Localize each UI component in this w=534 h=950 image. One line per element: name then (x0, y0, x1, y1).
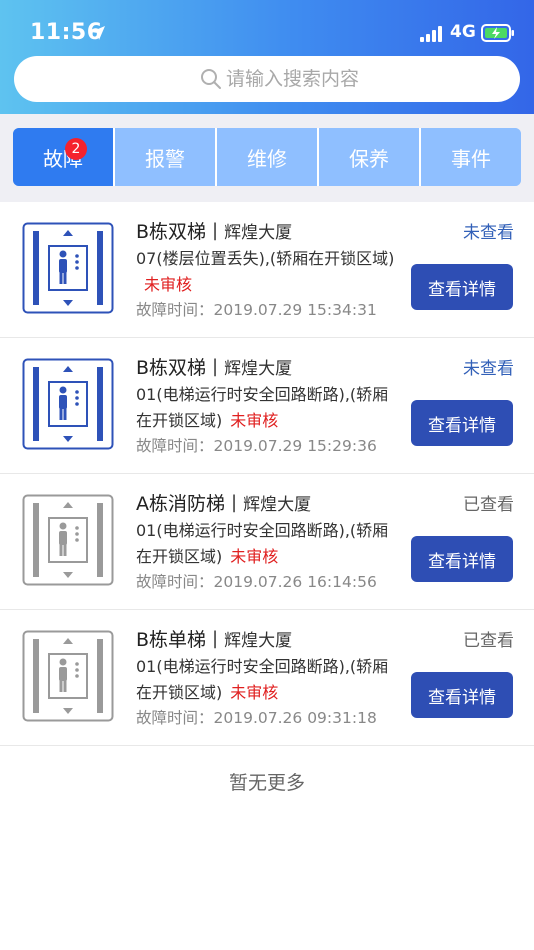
battery-charging-icon (481, 24, 514, 42)
signal-icon (420, 26, 442, 42)
elevator-icon (22, 630, 114, 722)
tab-badge: 2 (65, 138, 87, 160)
fault-time-row: 故障时间：2019.07.26 09:31:18 (136, 706, 377, 728)
tab-maintenance[interactable]: 保养 (317, 128, 419, 186)
fault-description: 07(楼层位置丢失),(轿厢在开锁区域) 未审核 (136, 246, 398, 298)
building-name: 辉煌大厦 (224, 630, 293, 651)
fault-list: B栋双梯 | 辉煌大厦 未查看 07(楼层位置丢失),(轿厢在开锁区域)未审核 … (0, 202, 534, 746)
fault-time: 2019.07.26 16:14:56 (213, 573, 377, 591)
view-detail-button[interactable]: 查看详情 (411, 672, 513, 718)
fault-time-label: 故障时间： (136, 709, 214, 727)
tab-repair[interactable]: 维修 (215, 128, 317, 186)
fault-time-row: 故障时间：2019.07.29 15:29:36 (136, 434, 377, 456)
list-item[interactable]: B栋双梯 | 辉煌大厦 未查看 07(楼层位置丢失),(轿厢在开锁区域)未审核 … (0, 202, 534, 338)
network-label: 4G (450, 22, 476, 42)
location-arrow-icon (91, 26, 105, 40)
header: 11:56 4G (0, 0, 534, 114)
elevator-name: A栋消防梯 (136, 492, 225, 515)
tab-label: 事件 (451, 146, 491, 171)
item-title-row: B栋双梯 | 辉煌大厦 (136, 216, 292, 244)
view-status-badge: 已查看 (463, 495, 514, 515)
status-bar: 11:56 4G (0, 0, 534, 64)
title-separator: | (212, 355, 219, 377)
fault-description: 01(电梯运行时安全回路断路),(轿厢在开锁区域) 未审核 (136, 382, 398, 434)
fault-time-label: 故障时间： (136, 573, 214, 591)
item-title-row: A栋消防梯 | 辉煌大厦 (136, 488, 311, 516)
elevator-name: B栋单梯 (136, 628, 207, 651)
search-box[interactable] (14, 56, 520, 102)
tab-area: 故障 2 报警 维修 保养 事件 (0, 114, 534, 202)
tab-alarm[interactable]: 报警 (113, 128, 215, 186)
building-name: 辉煌大厦 (224, 222, 293, 243)
tab-label: 维修 (247, 146, 287, 171)
fault-time-label: 故障时间： (136, 301, 214, 319)
tab-bar: 故障 2 报警 维修 保养 事件 (13, 128, 521, 186)
view-detail-button[interactable]: 查看详情 (411, 536, 513, 582)
fault-time: 2019.07.26 09:31:18 (213, 709, 377, 727)
fault-time-row: 故障时间：2019.07.26 16:14:56 (136, 570, 377, 592)
review-status: 未审核 (144, 275, 193, 294)
fault-time: 2019.07.29 15:29:36 (213, 437, 377, 455)
item-title-row: B栋单梯 | 辉煌大厦 (136, 624, 292, 652)
fault-description: 01(电梯运行时安全回路断路),(轿厢在开锁区域) 未审核 (136, 654, 398, 706)
fault-code-text: 07(楼层位置丢失),(轿厢在开锁区域) (136, 249, 395, 268)
view-status-badge: 已查看 (463, 631, 514, 651)
search-icon (201, 69, 221, 89)
item-title-row: B栋双梯 | 辉煌大厦 (136, 352, 292, 380)
no-more-text: 暂无更多 (228, 772, 305, 794)
view-status-badge: 未查看 (463, 359, 514, 379)
list-item[interactable]: B栋双梯 | 辉煌大厦 未查看 01(电梯运行时安全回路断路),(轿厢在开锁区域… (0, 338, 534, 474)
review-status: 未审核 (230, 547, 279, 566)
tab-event[interactable]: 事件 (419, 128, 521, 186)
fault-description: 01(电梯运行时安全回路断路),(轿厢在开锁区域) 未审核 (136, 518, 398, 570)
elevator-icon (22, 358, 114, 450)
review-status: 未审核 (230, 683, 279, 702)
elevator-icon (22, 222, 114, 314)
tab-fault[interactable]: 故障 2 (13, 128, 113, 186)
list-item[interactable]: B栋单梯 | 辉煌大厦 已查看 01(电梯运行时安全回路断路),(轿厢在开锁区域… (0, 610, 534, 746)
tab-label: 报警 (145, 146, 185, 171)
fault-time: 2019.07.29 15:34:31 (213, 301, 377, 319)
elevator-name: B栋双梯 (136, 220, 207, 243)
fault-time-label: 故障时间： (136, 437, 214, 455)
elevator-icon (22, 494, 114, 586)
building-name: 辉煌大厦 (243, 494, 312, 515)
title-separator: | (212, 627, 219, 649)
view-status-badge: 未查看 (463, 223, 514, 243)
view-detail-button[interactable]: 查看详情 (411, 264, 513, 310)
building-name: 辉煌大厦 (224, 358, 293, 379)
review-status: 未审核 (230, 411, 279, 430)
list-item[interactable]: A栋消防梯 | 辉煌大厦 已查看 01(电梯运行时安全回路断路),(轿厢在开锁区… (0, 474, 534, 610)
elevator-name: B栋双梯 (136, 356, 207, 379)
title-separator: | (212, 219, 219, 241)
title-separator: | (231, 491, 238, 513)
view-detail-button[interactable]: 查看详情 (411, 400, 513, 446)
search-input[interactable] (226, 64, 486, 94)
fault-time-row: 故障时间：2019.07.29 15:34:31 (136, 298, 377, 320)
tab-label: 保养 (349, 146, 389, 171)
